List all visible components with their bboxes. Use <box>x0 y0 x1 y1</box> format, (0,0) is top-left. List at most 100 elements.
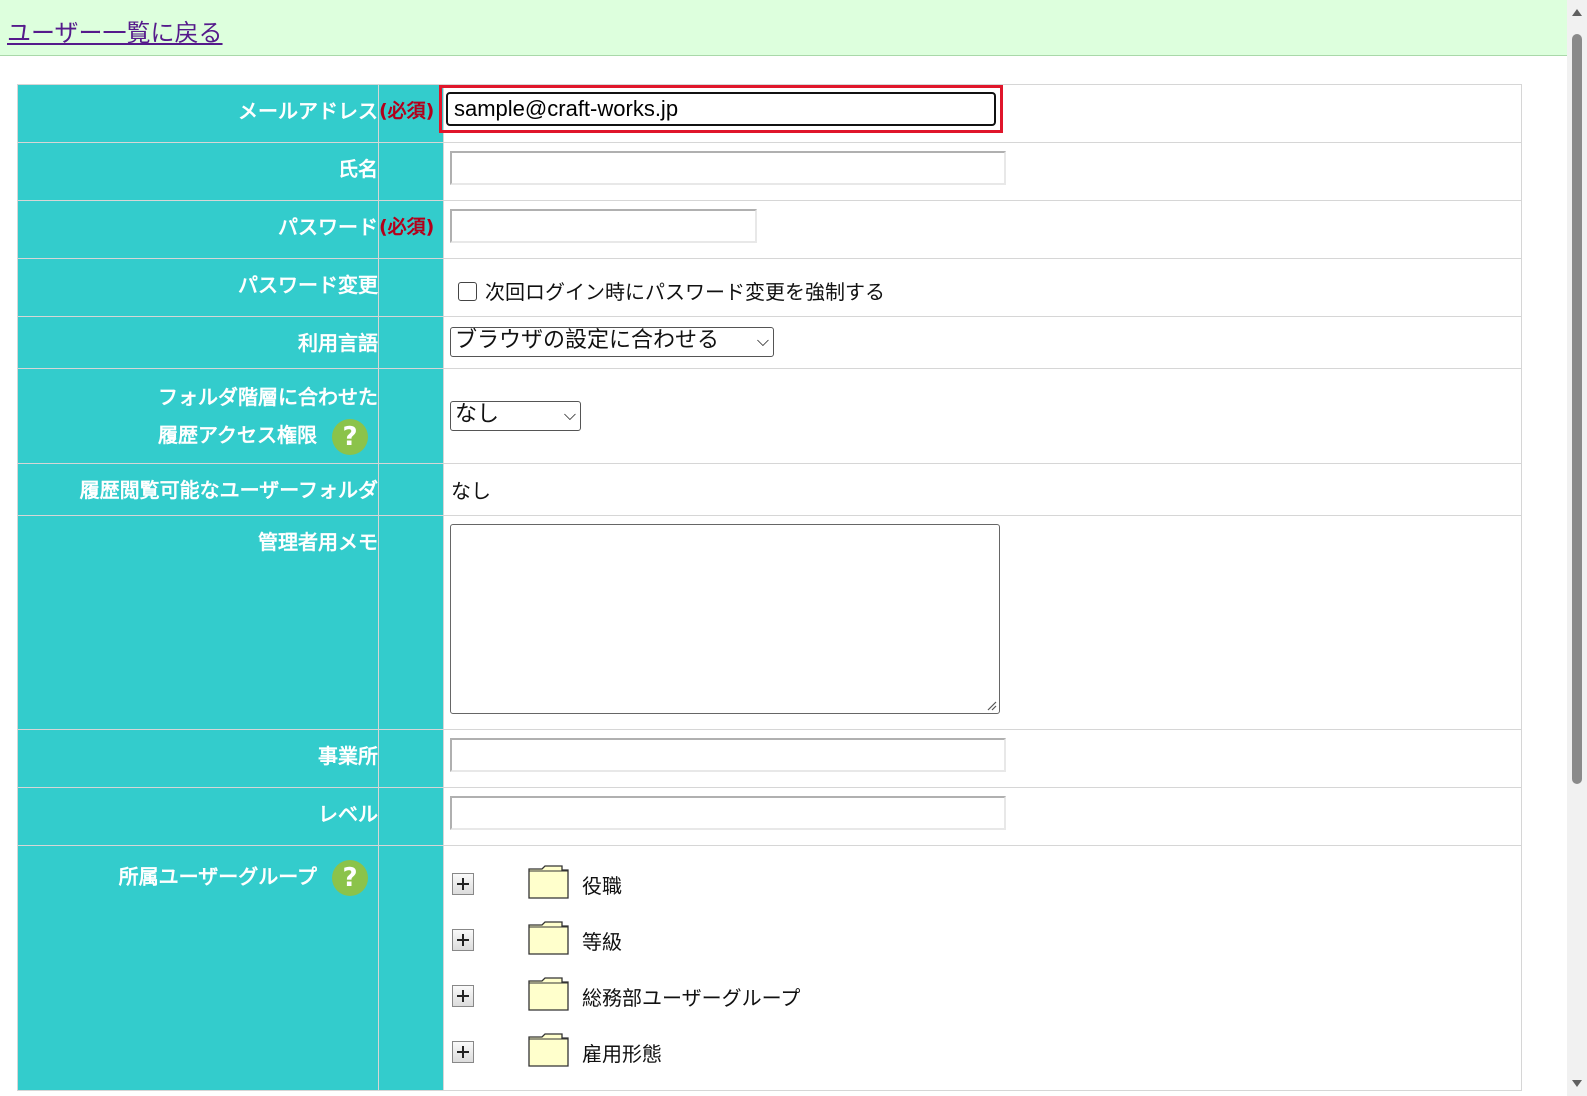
scroll-down-arrow-icon[interactable] <box>1572 1080 1582 1087</box>
viewable-folder-label: 履歴閲覧可能なユーザーフォルダ <box>79 478 378 502</box>
level-value-cell <box>443 787 1522 846</box>
viewable-folder-required-cell <box>378 463 444 516</box>
chevron-down-icon: ⌵ <box>756 331 769 350</box>
language-row: 利用言語 ブラウザの設定に合わせる ⌵ <box>17 316 1522 369</box>
user-groups-label-cell: 所属ユーザーグループ ? <box>17 845 379 1091</box>
tree-item: 等級 <box>444 902 1521 958</box>
expand-plus-icon[interactable] <box>452 985 474 1007</box>
password-required-mark: (必須) <box>379 216 435 238</box>
level-required-cell <box>378 787 444 846</box>
history-access-value-cell: なし ⌵ <box>443 368 1522 464</box>
office-value-cell <box>443 729 1522 788</box>
email-row: メールアドレス (必須) <box>17 84 1522 143</box>
password-label-cell: パスワード <box>17 200 379 259</box>
history-access-label-line2: 履歴アクセス権限 <box>158 423 318 447</box>
tree-item: 総務部ユーザーグループ <box>444 958 1521 1014</box>
viewable-folder-value-cell: なし <box>443 463 1522 516</box>
name-label: 氏名 <box>338 157 378 181</box>
language-value-cell: ブラウザの設定に合わせる ⌵ <box>443 316 1522 369</box>
name-label-cell: 氏名 <box>17 142 379 201</box>
name-input[interactable] <box>450 151 1006 185</box>
level-input[interactable] <box>450 796 1006 830</box>
admin-memo-label: 管理者用メモ <box>258 530 378 554</box>
chevron-down-icon: ⌵ <box>563 405 576 424</box>
password-change-required-cell <box>378 258 444 317</box>
force-password-change-checkbox[interactable] <box>458 282 477 301</box>
name-value-cell <box>443 142 1522 201</box>
office-row: 事業所 <box>17 729 1522 788</box>
level-label: レベル <box>318 802 378 826</box>
history-access-label-line1: フォルダ階層に合わせた <box>158 385 378 409</box>
resize-grip-icon[interactable] <box>985 699 997 711</box>
language-select[interactable]: ブラウザの設定に合わせる ⌵ <box>450 327 774 357</box>
scroll-up-arrow-icon[interactable] <box>1572 9 1582 16</box>
tree-item-label[interactable]: 役職 <box>582 870 622 899</box>
password-change-label-cell: パスワード変更 <box>17 258 379 317</box>
password-required-cell: (必須) <box>378 200 444 259</box>
folder-icon <box>528 921 569 955</box>
user-groups-value-cell: 役職 等級 総務部ユーザーグループ 雇用形態 <box>443 845 1522 1091</box>
office-required-cell <box>378 729 444 788</box>
user-group-tree: 役職 等級 総務部ユーザーグループ 雇用形態 <box>444 846 1521 1070</box>
tree-item-label[interactable]: 等級 <box>582 926 622 955</box>
password-change-row: パスワード変更 次回ログイン時にパスワード変更を強制する <box>17 258 1522 317</box>
top-bar: ユーザー一覧に戻る <box>0 0 1567 56</box>
admin-memo-textarea[interactable] <box>450 524 1000 714</box>
force-password-change-option: 次回ログイン時にパスワード変更を強制する <box>458 276 1521 305</box>
tree-item: 雇用形態 <box>444 1014 1521 1070</box>
tree-item: 役職 <box>444 846 1521 902</box>
language-selected-value: ブラウザの設定に合わせる <box>455 328 720 353</box>
expand-plus-icon[interactable] <box>452 1041 474 1063</box>
help-icon[interactable]: ? <box>332 418 368 455</box>
history-access-row: フォルダ階層に合わせた 履歴アクセス権限 ? なし ⌵ <box>17 368 1522 464</box>
password-change-value-cell: 次回ログイン時にパスワード変更を強制する <box>443 258 1522 317</box>
vertical-scrollbar[interactable] <box>1567 0 1587 1096</box>
password-change-label: パスワード変更 <box>238 273 378 297</box>
user-groups-label: 所属ユーザーグループ ? <box>18 846 378 896</box>
folder-icon <box>528 865 569 899</box>
history-access-required-cell <box>378 368 444 464</box>
password-row: パスワード (必須) <box>17 200 1522 259</box>
email-label-cell: メールアドレス <box>17 84 379 143</box>
office-input[interactable] <box>450 738 1006 772</box>
name-row: 氏名 <box>17 142 1522 201</box>
viewable-folder-label-cell: 履歴閲覧可能なユーザーフォルダ <box>17 463 379 516</box>
language-label: 利用言語 <box>298 331 378 355</box>
admin-memo-label-cell: 管理者用メモ <box>17 515 379 730</box>
user-edit-form: メールアドレス (必須) 氏名 パスワード (必須) <box>17 84 1522 1091</box>
office-label-cell: 事業所 <box>17 729 379 788</box>
user-groups-required-cell <box>378 845 444 1091</box>
email-label: メールアドレス <box>238 99 378 123</box>
history-access-label: フォルダ階層に合わせた 履歴アクセス権限 ? <box>18 369 378 455</box>
history-access-select[interactable]: なし ⌵ <box>450 401 581 431</box>
user-groups-row: 所属ユーザーグループ ? 役職 等級 総務部ユーザーグループ 雇用形態 <box>17 845 1522 1091</box>
folder-icon <box>528 977 569 1011</box>
email-input[interactable] <box>446 92 996 126</box>
folder-icon <box>528 1033 569 1067</box>
office-label: 事業所 <box>318 744 378 768</box>
admin-memo-required-cell <box>378 515 444 730</box>
name-required-cell <box>378 142 444 201</box>
back-to-user-list-link[interactable]: ユーザー一覧に戻る <box>7 13 223 48</box>
password-input[interactable] <box>450 209 757 243</box>
expand-plus-icon[interactable] <box>452 873 474 895</box>
tree-item-label[interactable]: 総務部ユーザーグループ <box>582 982 800 1011</box>
level-row: レベル <box>17 787 1522 846</box>
scroll-thumb[interactable] <box>1572 34 1582 784</box>
password-label: パスワード <box>278 215 378 239</box>
language-required-cell <box>378 316 444 369</box>
force-password-change-label[interactable]: 次回ログイン時にパスワード変更を強制する <box>485 280 885 304</box>
history-access-label-cell: フォルダ階層に合わせた 履歴アクセス権限 ? <box>17 368 379 464</box>
expand-plus-icon[interactable] <box>452 929 474 951</box>
viewable-folder-value: なし <box>451 479 491 503</box>
help-icon[interactable]: ? <box>332 860 368 896</box>
email-required-mark: (必須) <box>379 100 435 122</box>
email-highlight-box <box>439 85 1003 133</box>
email-value-cell <box>439 84 1522 143</box>
level-label-cell: レベル <box>17 787 379 846</box>
admin-memo-value-cell <box>443 515 1522 730</box>
viewable-folder-row: 履歴閲覧可能なユーザーフォルダ なし <box>17 463 1522 516</box>
tree-item-label[interactable]: 雇用形態 <box>582 1038 662 1067</box>
language-label-cell: 利用言語 <box>17 316 379 369</box>
email-required-cell: (必須) <box>378 84 444 143</box>
